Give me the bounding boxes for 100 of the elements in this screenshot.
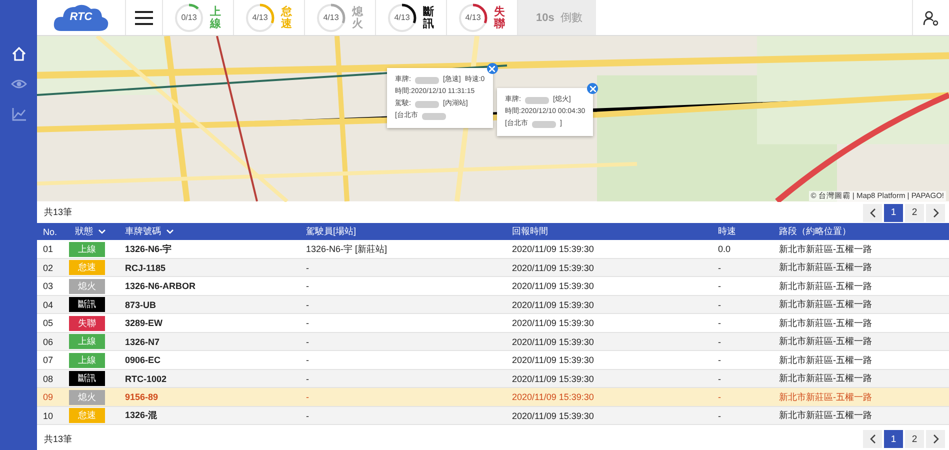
status-badge: 斷訊 [69,371,105,386]
table-row[interactable]: 01 上線 1326-N6-宇 1326-N6-宇 [新莊站] 2020/11/09 15:39:30 0.0 新北市新莊區-五權一路 [37,240,949,258]
column-header: 回報時間 [506,223,712,240]
gauge-count: 4/13 [464,12,482,24]
table-cell: 新北市新莊區-五權一路 [773,406,949,425]
table-row[interactable]: 02 怠速 RCJ-1185 - 2020/11/09 15:39:30 - 新北市新莊區-五權一路 [37,258,949,277]
table-cell: 2020/11/09 15:39:30 [506,240,712,258]
table-cell: - [712,332,773,351]
table-cell: - [712,295,773,314]
table-cell: 2020/11/09 15:39:30 [506,388,712,406]
status-filter[interactable]: 4/13 怠速 [234,0,305,36]
table-cell: - [300,332,506,351]
record-count: 共13筆 [44,206,72,220]
table-cell: 新北市新莊區-五權一路 [773,350,949,370]
table-cell: 新北市新莊區-五權一路 [773,388,949,406]
table-row[interactable]: 08 斷訊 RTC-1002 - 2020/11/09 15:39:30 - 新北市新莊區-五權一路 [37,369,949,388]
table-cell: 9156-89 [119,388,300,406]
column-header: No. [37,223,69,240]
gauge-count: 0/13 [180,12,198,24]
column-header[interactable]: 狀態 [69,223,119,240]
table-cell: 2020/11/09 15:39:30 [506,295,712,314]
page-button[interactable]: 1 [884,430,903,448]
table-row[interactable]: 04 斷訊 873-UB - 2020/11/09 15:39:30 - 新北市新莊區-五權一路 [37,295,949,314]
status-label: 上線 [210,6,221,30]
table-cell: - [300,258,506,277]
table-cell: 2020/11/09 15:39:30 [506,406,712,425]
status-badge: 熄火 [69,390,105,405]
table-cell: 1326-N7 [119,332,300,351]
status-badge: 怠速 [69,260,105,276]
next-page-button[interactable] [926,430,945,448]
table-cell: 新北市新莊區-五權一路 [773,276,949,296]
table-row[interactable]: 05 失聯 3289-EW - 2020/11/09 15:39:30 - 新北市新莊區-五權一路 [37,314,949,332]
chevron-right-icon [932,208,938,218]
status-badge: 上線 [69,242,105,257]
status-badge: 斷訊 [69,297,105,312]
status-filter[interactable]: 4/13 熄火 [305,0,376,36]
previous-page-button[interactable] [863,430,882,448]
table-cell: 0906-EC [119,350,300,370]
status-badge: 失聯 [69,316,105,331]
status-label: 熄火 [352,6,363,30]
close-icon [590,86,596,92]
table-cell: 2020/11/09 15:39:30 [506,332,712,351]
redacted-text [422,112,446,120]
table-cell: - [300,276,506,296]
gauge-count: 4/13 [322,12,340,24]
countdown-label: 倒數 [560,11,582,26]
table-cell: - [712,276,773,296]
status-badge: 上線 [69,352,105,368]
caret-icon [98,229,106,234]
table-cell: - [712,314,773,332]
caret-icon [166,229,174,234]
status-label: 失聯 [494,6,505,30]
line-chart-icon [10,106,26,122]
table-cell: 3289-EW [119,314,300,332]
status-filter[interactable]: 4/13 斷訊 [376,0,447,36]
table-cell: 2020/11/09 15:39:30 [506,258,712,277]
gauge-count: 4/13 [393,12,411,24]
status-filter[interactable]: 0/13 上線 [163,0,234,36]
status-badge: 熄火 [69,278,105,294]
table-cell: 873-UB [119,295,300,314]
table-cell: - [300,388,506,406]
table-cell: - [300,406,506,425]
table-cell: RCJ-1185 [119,258,300,277]
menu-icon [135,10,153,25]
table-row[interactable]: 09 熄火 9156-89 - 2020/11/09 15:39:30 - 新北市新莊區-五權一路 [37,388,949,406]
table-cell: 1326-N6-ARBOR [119,276,300,296]
table-row[interactable]: 07 上線 0906-EC - 2020/11/09 15:39:30 - 新北市新莊區-五權一路 [37,350,949,370]
table-cell: 0.0 [712,240,773,258]
next-page-button[interactable] [926,204,945,222]
page-button[interactable]: 2 [905,430,924,448]
chevron-left-icon [870,434,876,444]
table-cell: 1326-混 [119,406,300,425]
status-label: 怠速 [281,6,292,30]
status-badge: 怠速 [69,408,105,424]
table-row[interactable]: 10 怠速 1326-混 - 2020/11/09 15:39:30 - 新北市新莊區-五權一路 [37,406,949,425]
page-button[interactable]: 1 [884,204,903,222]
table-cell: 新北市新莊區-五權一路 [773,258,949,277]
redacted-text [414,76,439,84]
status-label: 斷訊 [423,6,434,30]
previous-page-button[interactable] [863,204,882,222]
column-header: 駕駛員[場站] [300,223,506,240]
table-cell: 2020/11/09 15:39:30 [506,276,712,296]
table-cell: - [712,258,773,277]
table-row[interactable]: 06 上線 1326-N7 - 2020/11/09 15:39:30 - 新北市新莊區-五權一路 [37,332,949,351]
table-cell: - [300,295,506,314]
record-count: 共13筆 [44,432,72,446]
gauge-count: 4/13 [251,12,269,24]
chevron-right-icon [932,434,938,444]
chevron-left-icon [870,208,876,218]
table-row[interactable]: 03 熄火 1326-N6-ARBOR - 2020/11/09 15:39:30 - 新北市新莊區-五權一路 [37,276,949,296]
table-cell: 1326-N6-宇 [新莊站] [300,240,506,258]
column-header[interactable]: 車牌號碼 [119,223,300,240]
column-header: 時速 [712,223,773,240]
table-cell: - [300,350,506,370]
table-cell: 新北市新莊區-五權一路 [773,332,949,351]
page-button[interactable]: 2 [905,204,924,222]
column-header: 路段（約略位置） [773,223,949,240]
table-cell: 新北市新莊區-五權一路 [773,295,949,314]
table-cell: 1326-N6-宇 [119,240,300,258]
user-icon [923,10,939,26]
